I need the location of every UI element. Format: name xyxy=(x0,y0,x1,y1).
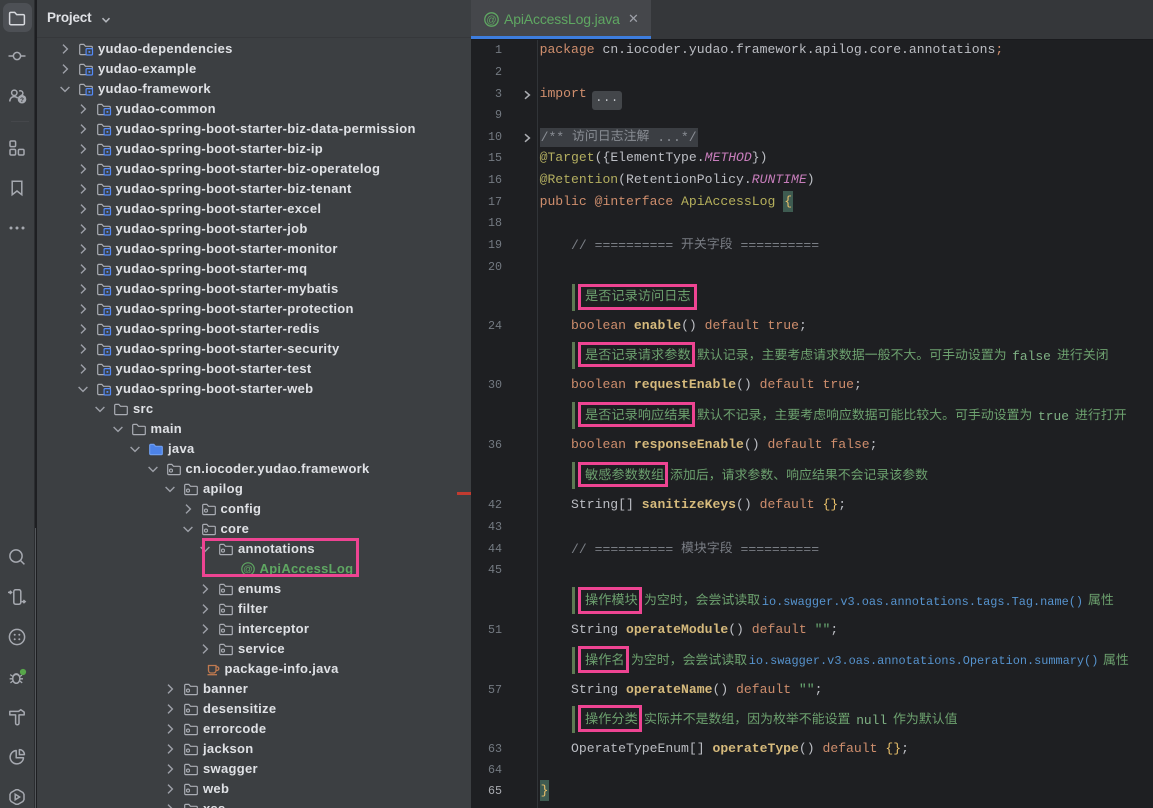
svg-text:?: ? xyxy=(20,97,24,104)
svg-text:@: @ xyxy=(486,15,496,26)
